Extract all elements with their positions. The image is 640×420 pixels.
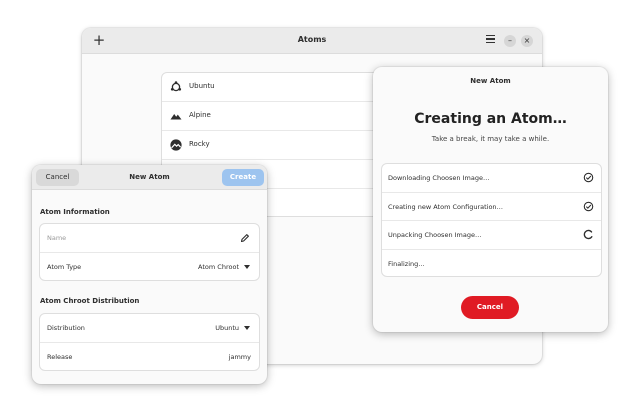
check-circle-icon [583,201,594,211]
cancel-creation-button[interactable]: Cancel [461,296,519,319]
spinner-icon [583,229,593,240]
progress-heading: Creating an Atom… [414,111,567,127]
new-atom-dialog: Cancel New Atom Create Atom Information … [32,165,267,384]
step-row-finalizing: Finalizing… [382,250,601,277]
release-row: Release jammy [40,343,259,371]
create-button[interactable]: Create [222,169,264,186]
atom-row-rocky[interactable]: Rocky [162,131,395,160]
atom-type-label: Atom Type [47,262,82,271]
ubuntu-logo-icon [170,81,182,92]
close-button[interactable]: × [521,35,533,47]
step-row-configuration: Creating new Atom Configuration… [382,193,601,221]
distribution-row[interactable]: Distribution Ubuntu [40,314,259,343]
progress-subtitle: Take a break, it may take a while. [431,135,550,143]
atom-name: Rocky [189,140,210,148]
section-title-chroot-distribution: Atom Chroot Distribution [40,297,140,305]
pencil-icon[interactable] [240,233,250,243]
atom-name: Ubuntu [189,82,215,90]
dialog-headerbar: Cancel New Atom Create [32,165,267,190]
atom-type-select[interactable]: Atom Chroot [198,263,239,271]
distribution-label: Distribution [47,324,85,332]
chevron-down-icon[interactable] [244,326,250,330]
atom-type-row[interactable]: Atom Type Atom Chroot [40,253,259,281]
chroot-distribution-group: Distribution Ubuntu Release jammy [39,313,260,371]
progress-step-list: Downloading Choosen Image… Creating new … [381,163,602,277]
atom-row-alpine[interactable]: Alpine [162,102,395,131]
atom-name: Alpine [189,111,211,119]
main-headerbar: + Atoms – × [82,28,542,54]
section-title-atom-information: Atom Information [40,208,110,216]
step-label: Downloading Choosen Image… [388,174,490,182]
distribution-select[interactable]: Ubuntu [215,324,239,332]
step-row-downloading: Downloading Choosen Image… [382,164,601,193]
release-label: Release [47,352,73,361]
atom-row-ubuntu[interactable]: Ubuntu [162,73,395,102]
dialog-title: New Atom [470,77,511,85]
alpine-logo-icon [170,114,182,120]
step-label: Finalizing… [388,259,425,268]
creating-atom-dialog: New Atom Creating an Atom… Take a break,… [373,67,608,332]
atom-information-group: Name Atom Type Atom Chroot [39,223,260,281]
chevron-down-icon[interactable] [244,264,250,269]
hamburger-menu-icon[interactable] [486,35,495,44]
release-value: jammy [228,352,251,361]
step-row-unpacking: Unpacking Choosen Image… [382,221,601,250]
minimize-button[interactable]: – [504,35,516,47]
name-field[interactable]: Name [47,234,66,242]
check-circle-icon [583,172,594,183]
name-row[interactable]: Name [40,224,259,253]
window-title: Atoms [297,35,327,44]
step-label: Unpacking Choosen Image… [388,231,482,239]
step-label: Creating new Atom Configuration… [388,202,504,211]
rocky-logo-icon [170,139,182,151]
